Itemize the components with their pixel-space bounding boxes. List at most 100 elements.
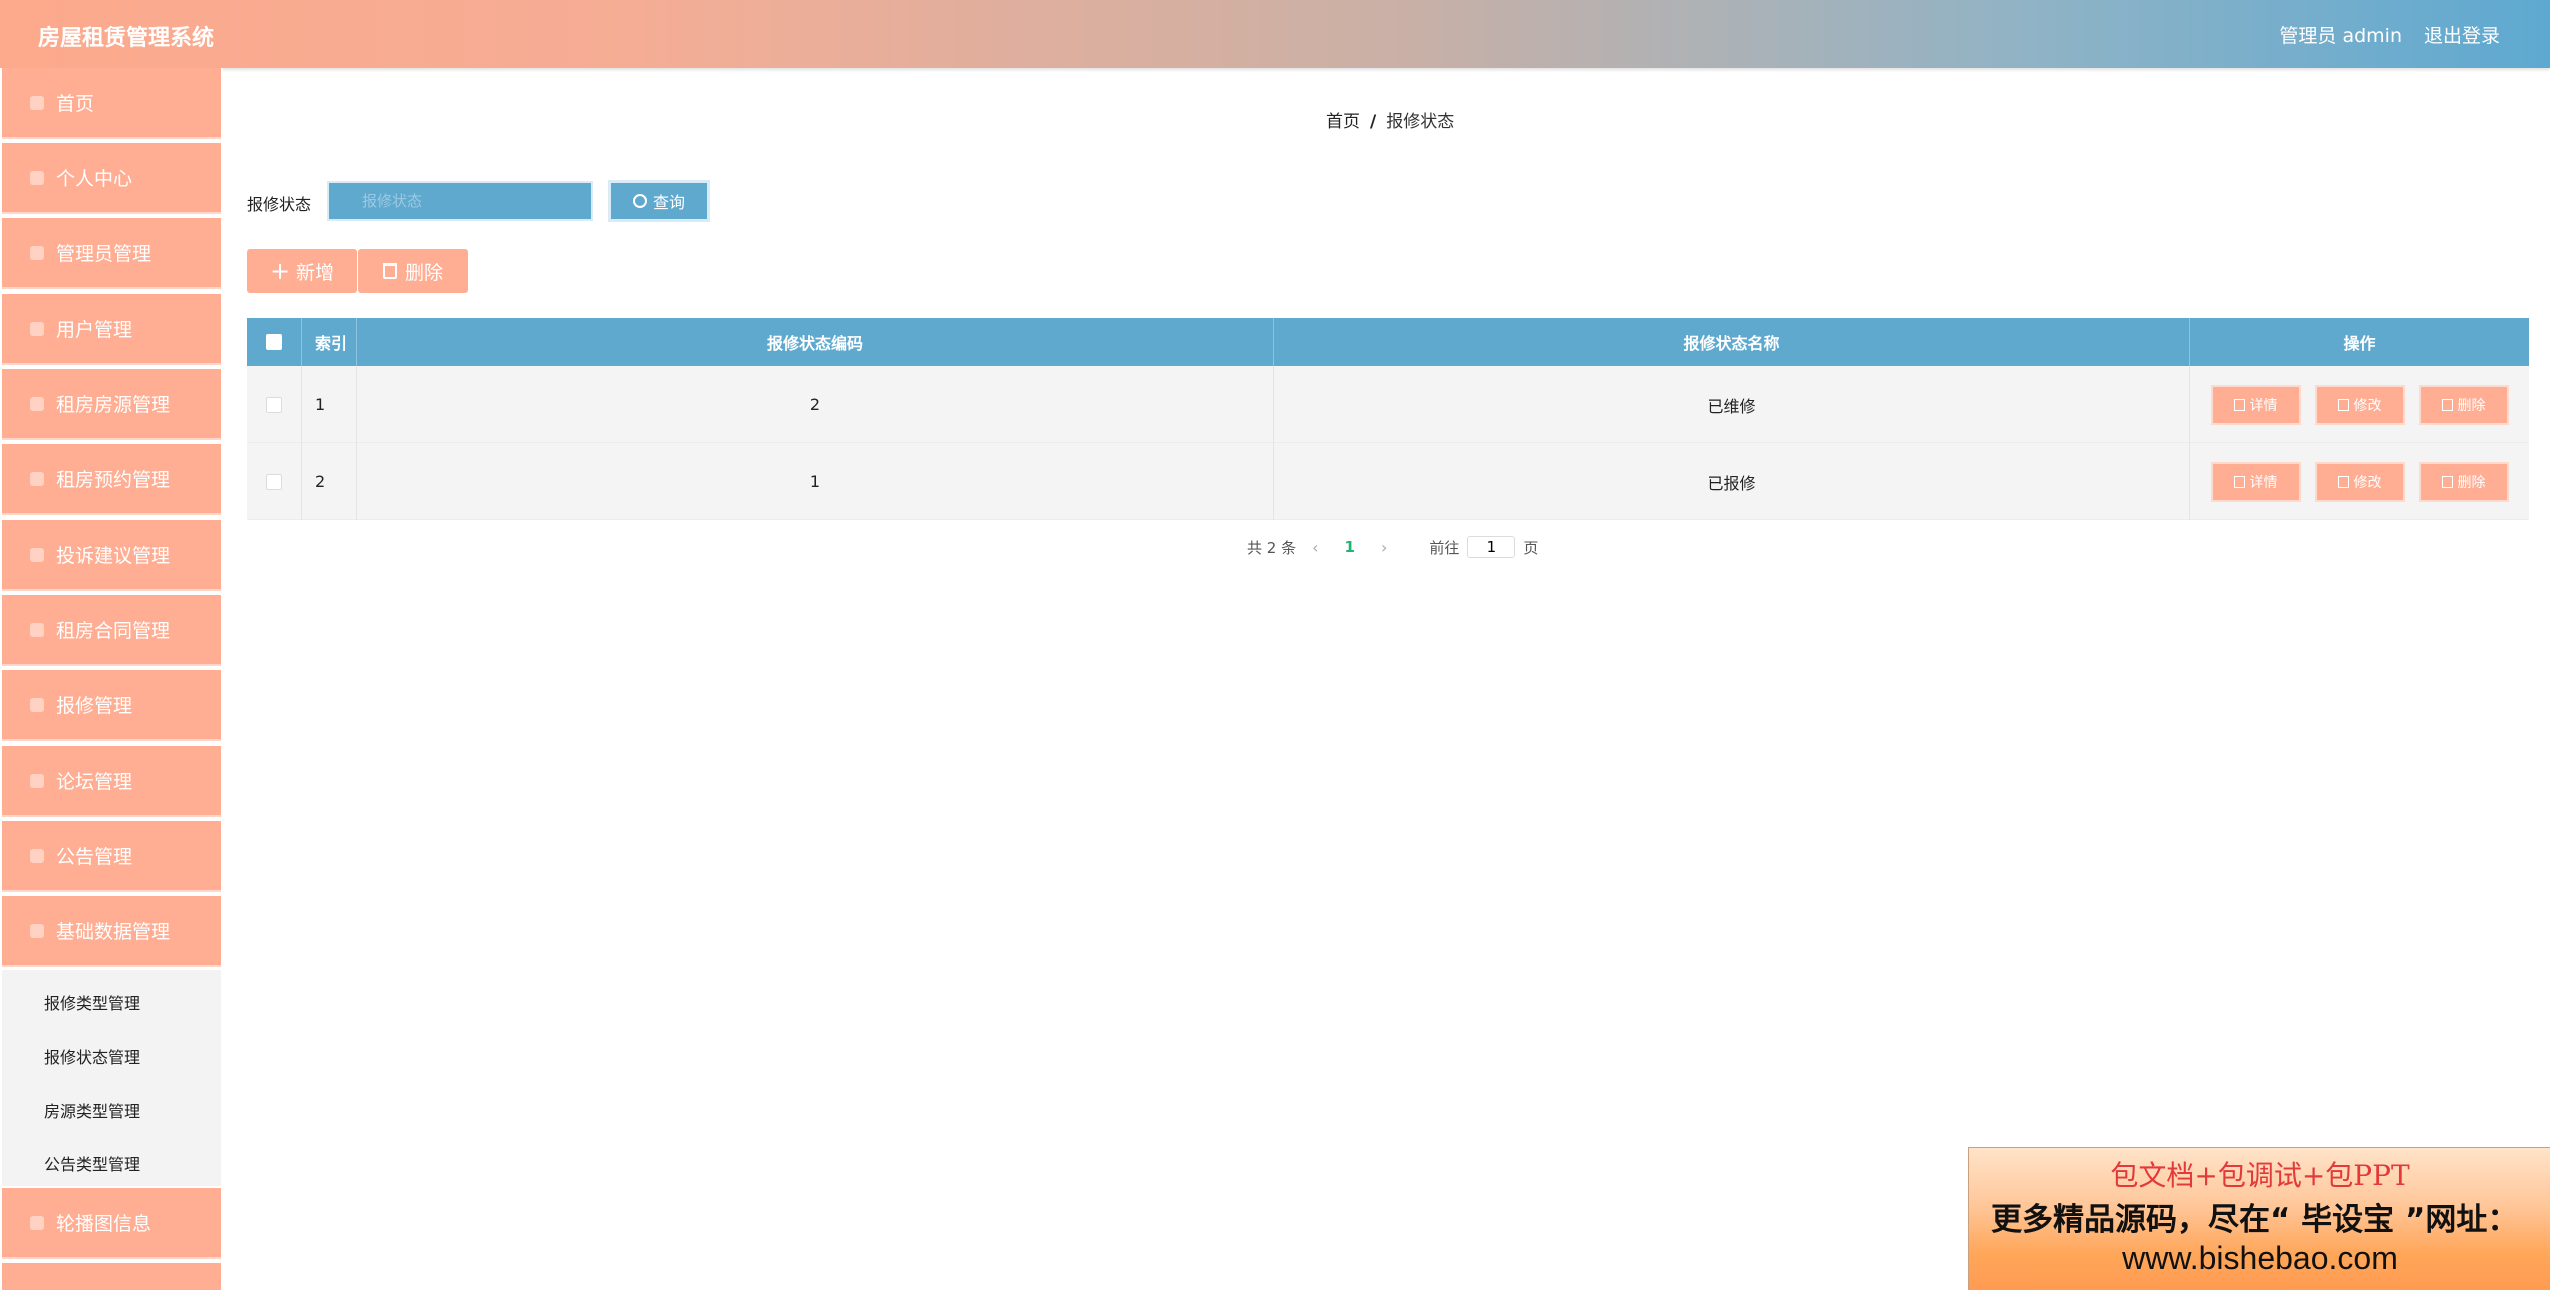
- plus-icon: +: [269, 257, 291, 285]
- calendar-icon: [30, 471, 44, 486]
- wrench-icon: [30, 697, 44, 712]
- sidebar-item-label: 报修管理: [56, 695, 133, 717]
- submenu-item-listing-types[interactable]: 房源类型管理: [44, 1098, 140, 1122]
- promo-line-2: 更多精品源码，尽在“ 毕设宝 ”网址：: [1991, 1202, 2519, 1238]
- logout-link[interactable]: 退出登录: [2424, 21, 2500, 48]
- edit-button[interactable]: 修改: [2314, 461, 2405, 502]
- column-header-index: 索引: [302, 318, 357, 366]
- submenu-item-repair-types[interactable]: 报修类型管理: [44, 990, 140, 1014]
- goto-label: 前往: [1429, 538, 1460, 557]
- next-page-icon[interactable]: ›: [1381, 538, 1387, 557]
- sidebar-item-base-data[interactable]: 基础数据管理: [2, 896, 221, 967]
- sidebar-item-contracts[interactable]: 租房合同管理: [2, 595, 221, 666]
- detail-button[interactable]: 详情: [2210, 461, 2301, 502]
- cell-code: 1: [357, 443, 1274, 520]
- edit-icon: [2337, 398, 2349, 411]
- pagination: 共 2 条 ‹ 1 › 前往 页: [1247, 536, 1538, 558]
- sidebar-item-bookings[interactable]: 租房预约管理: [2, 444, 221, 515]
- column-header-name: 报修状态名称: [1274, 318, 2190, 366]
- breadcrumb-home[interactable]: 首页: [1326, 112, 1360, 132]
- search-icon: [632, 194, 647, 208]
- current-user: 管理员 admin: [2279, 25, 2402, 47]
- detail-button-label: 详情: [2249, 474, 2278, 491]
- chat-icon: [30, 547, 44, 562]
- forum-icon: [30, 773, 44, 788]
- admin-icon: [30, 245, 44, 260]
- row-select[interactable]: [247, 443, 302, 520]
- edit-button[interactable]: 修改: [2314, 384, 2405, 425]
- cell-code: 2: [357, 366, 1274, 443]
- sidebar-item-forum[interactable]: 论坛管理: [2, 746, 221, 817]
- sidebar-item-admins[interactable]: 管理员管理: [2, 218, 221, 289]
- top-header: 房屋租赁管理系统 管理员 admin 退出登录: [0, 0, 2550, 68]
- edit-button-label: 修改: [2353, 474, 2382, 491]
- cell-index: 1: [302, 366, 357, 443]
- query-button[interactable]: 查询: [608, 180, 710, 222]
- sidebar-item-profile[interactable]: 个人中心: [2, 143, 221, 214]
- breadcrumb: 首页 / 报修状态: [1326, 107, 1454, 132]
- house-icon: [30, 396, 44, 411]
- submenu-item-notice-types[interactable]: 公告类型管理: [44, 1151, 140, 1175]
- sidebar: 首页 个人中心 管理员管理 用户管理 租房房源管理 租房预约管理 投诉建议管理 …: [0, 68, 223, 1290]
- sidebar-item-label: 基础数据管理: [56, 921, 171, 943]
- promo-banner: 包文档+包调试+包PPT 更多精品源码，尽在“ 毕设宝 ”网址： www.bis…: [1968, 1147, 2550, 1290]
- contract-icon: [30, 622, 44, 637]
- sidebar-item-label: 投诉建议管理: [56, 545, 171, 567]
- sidebar-item-label: 轮播图信息: [56, 1213, 152, 1235]
- row-select[interactable]: [247, 366, 302, 443]
- select-all-checkbox[interactable]: [266, 334, 282, 350]
- sidebar-item-label: 租房预约管理: [56, 469, 171, 491]
- sidebar-item-carousel[interactable]: 轮播图信息: [2, 1188, 221, 1259]
- query-button-label: 查询: [652, 193, 685, 212]
- sidebar-item-complaints[interactable]: 投诉建议管理: [2, 520, 221, 591]
- trash-icon: [382, 263, 397, 279]
- column-header-code: 报修状态编码: [357, 318, 1274, 366]
- pagination-total: 共 2 条: [1247, 538, 1297, 557]
- document-icon: [2233, 398, 2245, 411]
- submenu-item-repair-status[interactable]: 报修状态管理: [44, 1044, 140, 1068]
- sidebar-item-users[interactable]: 用户管理: [2, 294, 221, 365]
- sidebar-item-label: 公告管理: [56, 846, 133, 868]
- header-select-all[interactable]: [247, 318, 302, 366]
- page-number-current[interactable]: 1: [1345, 538, 1355, 556]
- detail-button[interactable]: 详情: [2210, 384, 2301, 425]
- breadcrumb-current: 报修状态: [1386, 112, 1455, 132]
- search-input[interactable]: [332, 186, 588, 216]
- document-icon: [2233, 475, 2245, 488]
- sidebar-item-label: 首页: [56, 93, 95, 115]
- table-row: 1 2 已维修 详情 修改 删除: [247, 366, 2529, 443]
- cell-actions: 详情 修改 删除: [2190, 443, 2529, 520]
- base-data-submenu: 报修类型管理 报修状态管理 房源类型管理 公告类型管理: [2, 970, 221, 1186]
- sidebar-item-label: 租房房源管理: [56, 394, 171, 416]
- goto-page-input[interactable]: [1467, 536, 1516, 558]
- row-delete-button-label: 删除: [2457, 397, 2486, 414]
- table-row: 2 1 已报修 详情 修改 删除: [247, 443, 2529, 520]
- row-checkbox[interactable]: [266, 473, 282, 490]
- sidebar-item-notices[interactable]: 公告管理: [2, 821, 221, 892]
- search-field[interactable]: [327, 181, 593, 221]
- delete-button-label: 删除: [404, 261, 443, 284]
- add-button[interactable]: + 新增: [247, 249, 357, 293]
- search-label: 报修状态: [247, 195, 312, 214]
- promo-url: www.bishebao.com: [2122, 1240, 2398, 1276]
- edit-button-label: 修改: [2353, 397, 2382, 414]
- sidebar-item-home[interactable]: 首页: [2, 68, 221, 139]
- cell-actions: 详情 修改 删除: [2190, 366, 2529, 443]
- sidebar-item-repairs[interactable]: 报修管理: [2, 670, 221, 741]
- prev-page-icon[interactable]: ‹: [1312, 538, 1318, 557]
- user-icon: [30, 170, 44, 185]
- add-button-label: 新增: [296, 261, 335, 284]
- row-checkbox[interactable]: [266, 396, 282, 413]
- batch-delete-button[interactable]: 删除: [358, 249, 468, 293]
- breadcrumb-separator: /: [1370, 112, 1377, 132]
- cell-name: 已维修: [1274, 366, 2190, 443]
- sidebar-item-listings[interactable]: 租房房源管理: [2, 369, 221, 440]
- sidebar-item-more[interactable]: [2, 1263, 221, 1290]
- page-suffix: 页: [1523, 538, 1539, 557]
- sidebar-item-label: 论坛管理: [56, 771, 133, 793]
- row-delete-button[interactable]: 删除: [2418, 461, 2509, 502]
- row-delete-button[interactable]: 删除: [2418, 384, 2509, 425]
- cell-name: 已报修: [1274, 443, 2190, 520]
- detail-button-label: 详情: [2249, 397, 2278, 414]
- edit-icon: [2337, 475, 2349, 488]
